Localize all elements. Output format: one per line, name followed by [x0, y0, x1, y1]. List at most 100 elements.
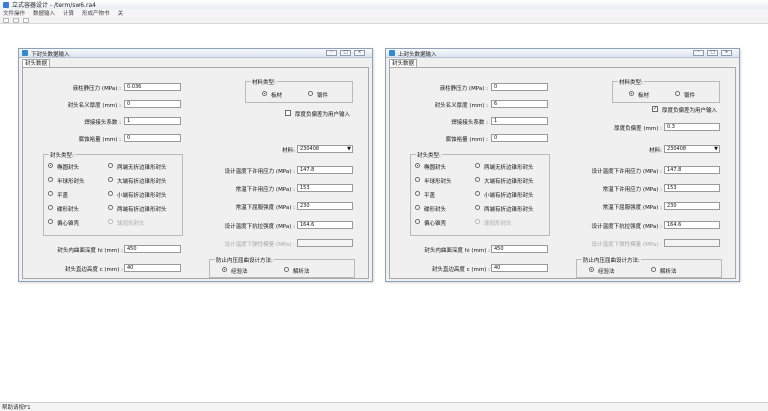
head-type-label: 两端无折边锥形封头 [117, 165, 167, 171]
app-titlebar: 立式容器设计 - /term/sw6.ra4 [0, 0, 768, 9]
pressure-label: 液柱静压力 (MPa) : [72, 86, 121, 92]
method-analytic-label: 解析法 [660, 269, 677, 275]
tensile-input[interactable]: 164.6 [664, 221, 720, 229]
material-label: 材料: [282, 148, 295, 154]
material-select[interactable]: 230408 ▼ [664, 145, 720, 153]
head-type-caption: 封头类型: [49, 151, 75, 159]
material-plate-radio[interactable] [262, 91, 267, 96]
head-type-caption: 封头类型: [416, 151, 442, 159]
lower-head-dialog: 下封头数据输入 – □ × 封头数据 液柱静压力 (MPa) : 0.036 封… [18, 48, 373, 282]
chevron-down-icon: ▼ [714, 146, 718, 152]
straight-height-input[interactable]: 40 [124, 264, 181, 272]
method-empirical-label: 经验法 [231, 269, 248, 275]
head-type-radio-hemisphere[interactable] [415, 177, 420, 182]
design-stress-input[interactable]: 147.8 [297, 166, 353, 174]
minimize-button[interactable]: – [326, 50, 337, 56]
minimize-button[interactable]: – [693, 50, 704, 56]
material-plate-radio[interactable] [629, 91, 634, 96]
material-forging-radio[interactable] [308, 91, 313, 96]
head-type-radio-both-end-cone[interactable] [475, 205, 480, 210]
chevron-down-icon: ▼ [347, 146, 351, 152]
close-button[interactable]: × [354, 50, 365, 56]
depth-input[interactable]: 450 [124, 245, 181, 253]
head-type-radio-small-end-cone[interactable] [475, 191, 480, 196]
tensile-label: 设计温度下抗拉强度 (MPa) : [591, 224, 662, 230]
menu-input[interactable]: 数据输入 [33, 9, 55, 17]
weld-coef-input[interactable]: 1 [124, 117, 181, 125]
toolbar [0, 17, 768, 24]
neg-deviation-checkbox[interactable] [285, 110, 291, 116]
toolbar-save-icon[interactable] [13, 17, 19, 23]
material-select[interactable]: 230408 ▼ [297, 145, 353, 153]
maximize-button[interactable]: □ [340, 50, 351, 56]
method-analytic-radio[interactable] [651, 267, 656, 272]
menu-bar: 文件操作 数据输入 计算 形成产物书 关 [0, 9, 768, 17]
head-type-radio-cone-no-flange[interactable] [475, 163, 480, 168]
head-type-radio-ellipse[interactable] [415, 163, 420, 168]
maximize-button[interactable]: □ [707, 50, 718, 56]
dialog-titlebar: 上封头数据输入 – □ × [386, 49, 739, 58]
head-type-label: 小端有折边锥形封头 [117, 193, 167, 199]
head-type-radio-eccentric[interactable] [415, 219, 420, 224]
head-type-label: 偏心锥壳 [57, 221, 80, 227]
head-type-radio-both-end-cone[interactable] [108, 205, 113, 210]
neg-deviation-checkbox[interactable]: ✓ [652, 106, 658, 112]
pressure-input[interactable]: 0 [491, 83, 548, 91]
menu-close[interactable]: 关 [118, 9, 124, 17]
close-button[interactable]: × [721, 50, 732, 56]
weld-coef-input[interactable]: 1 [491, 117, 548, 125]
head-type-radio-hemisphere[interactable] [48, 177, 53, 182]
yield-label: 常温下屈服强度 (MPa) : [235, 205, 295, 211]
neg-deviation-input[interactable]: 0.3 [664, 123, 720, 131]
room-stress-input[interactable]: 153 [297, 184, 353, 192]
yield-input[interactable]: 230 [297, 202, 353, 210]
head-type-radio-large-end-cone[interactable] [475, 177, 480, 182]
head-type-radio-dished[interactable] [48, 205, 53, 210]
head-type-radio-small-end-cone[interactable] [108, 191, 113, 196]
head-type-radio-flat[interactable] [415, 191, 420, 196]
head-type-radio-flat[interactable] [48, 191, 53, 196]
head-type-radio-ellipse[interactable] [48, 163, 53, 168]
head-type-radio-eccentric[interactable] [48, 219, 53, 224]
pressure-input[interactable]: 0.036 [124, 83, 181, 91]
tensile-label: 设计温度下抗拉强度 (MPa) : [224, 224, 295, 230]
method-analytic-radio[interactable] [284, 267, 289, 272]
corrosion-input[interactable]: 0 [491, 134, 548, 142]
head-type-label: 两端无折边锥形封头 [484, 165, 534, 171]
menu-calc[interactable]: 计算 [63, 9, 74, 17]
thickness-input[interactable]: 0 [124, 100, 181, 108]
depth-input[interactable]: 450 [491, 245, 548, 253]
head-type-label: 球冠形封头 [484, 221, 512, 227]
head-type-label: 大端有折边锥形封头 [117, 179, 167, 185]
menu-file[interactable]: 文件操作 [3, 9, 25, 17]
depth-label: 封头内曲面深度 hi (mm) : [57, 248, 123, 254]
elastic-label: 设计温度下弹性模量 (MPa) : [224, 242, 295, 248]
elastic-input [664, 239, 720, 247]
thickness-input[interactable]: 6 [491, 100, 548, 108]
thickness-label: 封头名义厚度 (mm) : [67, 103, 121, 109]
straight-height-input[interactable]: 40 [491, 264, 548, 272]
room-stress-input[interactable]: 153 [664, 184, 720, 192]
method-empirical-radio[interactable] [589, 267, 594, 272]
corrosion-input[interactable]: 0 [124, 134, 181, 142]
weld-coef-label: 焊接接头系数 : [451, 120, 488, 126]
material-type-group: 材料类型: 板材 锻件 [612, 78, 720, 103]
head-type-label: 碟形封头 [57, 207, 80, 213]
toolbar-open-icon[interactable] [3, 17, 9, 23]
tensile-input[interactable]: 164.6 [297, 221, 353, 229]
elastic-label: 设计温度下弹性模量 (MPa) : [591, 242, 662, 248]
head-type-radio-cone-no-flange[interactable] [108, 163, 113, 168]
toolbar-calc-icon[interactable] [23, 17, 29, 23]
material-forging-radio[interactable] [675, 91, 680, 96]
head-type-radio-dished[interactable] [415, 205, 420, 210]
design-stress-input[interactable]: 147.8 [664, 166, 720, 174]
weld-coef-label: 焊接接头系数 : [84, 120, 121, 126]
menu-report[interactable]: 形成产物书 [82, 9, 110, 17]
method-empirical-radio[interactable] [222, 267, 227, 272]
straight-height-label: 封头直边高度 c (mm) : [64, 267, 123, 273]
material-type-group: 材料类型: 板材 锻件 [245, 78, 353, 103]
upper-head-dialog: 上封头数据输入 – □ × 封头数据 液柱静压力 (MPa) : 0 封头名义厚… [385, 48, 740, 282]
room-stress-label: 常温下许用应力 (MPa) : [235, 187, 295, 193]
head-type-radio-large-end-cone[interactable] [108, 177, 113, 182]
yield-input[interactable]: 230 [664, 202, 720, 210]
